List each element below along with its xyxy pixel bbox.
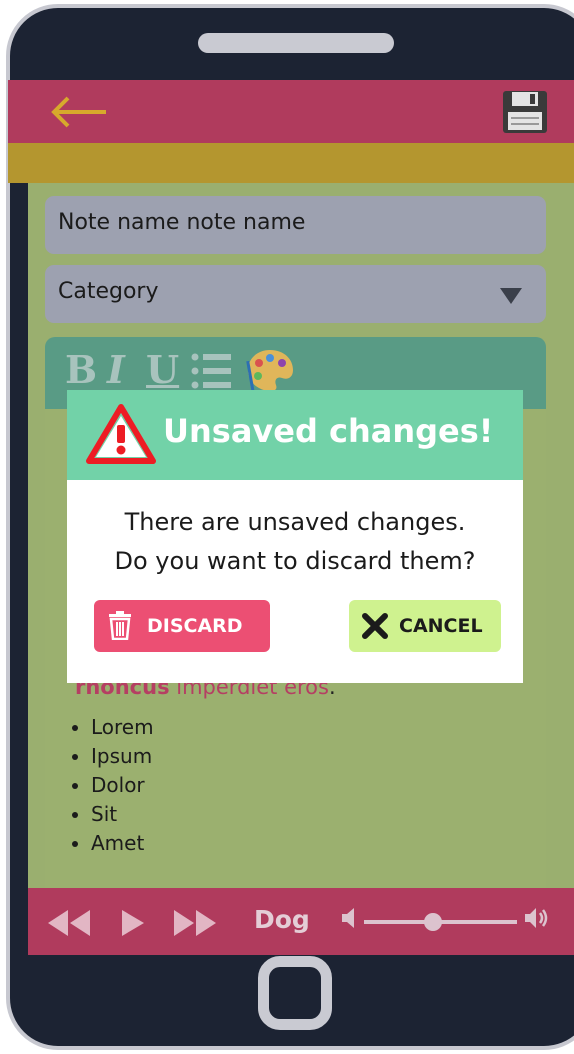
- list-item: Ipsum: [91, 742, 154, 771]
- list-icon[interactable]: [190, 351, 234, 391]
- discard-label: DISCARD: [147, 615, 243, 637]
- phone-speaker: [198, 33, 394, 53]
- list-item: Amet: [91, 829, 154, 858]
- discard-button[interactable]: DISCARD: [94, 600, 270, 652]
- dialog-message: There are unsaved changes. Do you want t…: [67, 503, 523, 581]
- back-arrow-icon[interactable]: [46, 90, 110, 134]
- side-strip-accent: [8, 143, 28, 183]
- list-item: Dolor: [91, 771, 154, 800]
- chevron-down-icon[interactable]: [500, 288, 522, 304]
- bold-button[interactable]: B: [65, 347, 97, 392]
- dialog-message-line1: There are unsaved changes.: [124, 508, 466, 536]
- cancel-button[interactable]: CANCEL: [349, 600, 501, 652]
- category-select[interactable]: Category: [45, 265, 546, 323]
- volume-high-icon[interactable]: [523, 906, 549, 936]
- accent-bar: [28, 143, 574, 183]
- note-name-field[interactable]: Note name note name: [45, 196, 546, 254]
- unsaved-changes-dialog: Unsaved changes! There are unsaved chang…: [67, 390, 523, 683]
- note-name-value: Note name note name: [58, 210, 306, 235]
- list-item: Sit: [91, 800, 154, 829]
- fast-forward-icon[interactable]: [172, 908, 218, 945]
- dialog-message-line2: Do you want to discard them?: [114, 547, 476, 575]
- app-header: [28, 80, 574, 143]
- list-item: Lorem: [91, 713, 154, 742]
- dialog-header: Unsaved changes!: [67, 390, 523, 480]
- volume-slider-handle[interactable]: [423, 913, 442, 931]
- track-name: Dog: [254, 905, 310, 934]
- phone-frame: Note name note name Category B I U rhonc…: [0, 0, 574, 1054]
- dialog-title: Unsaved changes!: [163, 412, 494, 450]
- play-icon[interactable]: [120, 908, 146, 945]
- palette-icon[interactable]: [245, 347, 295, 393]
- volume-low-icon[interactable]: [340, 906, 360, 936]
- floppy-disk-icon[interactable]: [502, 90, 548, 134]
- rewind-icon[interactable]: [46, 908, 92, 945]
- italic-button[interactable]: I: [107, 347, 125, 392]
- warning-icon: [85, 403, 157, 465]
- x-icon: [361, 612, 389, 644]
- underline-button[interactable]: U: [146, 347, 179, 392]
- bullet-list: Lorem Ipsum Dolor Sit Amet: [71, 713, 154, 858]
- trash-icon: [108, 610, 132, 644]
- home-button[interactable]: [258, 956, 332, 1030]
- audio-player: Dog: [28, 888, 574, 955]
- cancel-label: CANCEL: [399, 615, 483, 637]
- category-value: Category: [58, 279, 159, 304]
